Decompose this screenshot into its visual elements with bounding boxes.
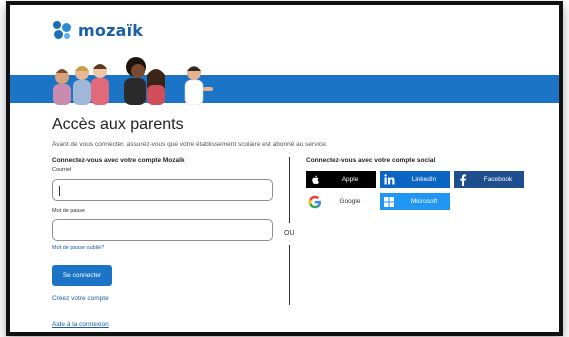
mozaik-login-heading: Connectez-vous avec votre compte Mozaïk — [52, 157, 185, 164]
text-caret — [59, 186, 60, 196]
mozaik-logo: mozaïk — [52, 19, 143, 41]
linkedin-icon — [380, 171, 398, 188]
microsoft-login-button[interactable]: Microsoft — [380, 193, 450, 210]
login-button[interactable]: Se connecter — [52, 265, 112, 286]
apple-login-button[interactable]: Apple — [306, 171, 376, 188]
facebook-login-button[interactable]: Facebook — [454, 171, 524, 188]
brand-name: mozaïk — [78, 20, 144, 40]
page-title: Accès aux parents — [52, 116, 184, 133]
apple-label: Apple — [341, 176, 359, 183]
divider-bottom — [289, 245, 290, 305]
page-intro: Avant de vous connecter, assurez-vous qu… — [52, 141, 328, 148]
microsoft-icon — [380, 193, 398, 210]
email-label: Courriel — [52, 167, 72, 173]
microsoft-label: Microsoft — [410, 198, 438, 205]
mozaik-logo-icon — [52, 20, 72, 40]
or-separator: OU — [284, 230, 295, 237]
email-field[interactable] — [52, 179, 273, 201]
facebook-icon — [454, 171, 472, 188]
facebook-label: Facebook — [483, 176, 513, 183]
linkedin-login-button[interactable]: LinkedIn — [380, 171, 450, 188]
google-label: Google — [339, 198, 361, 205]
forgot-password-link[interactable]: Mot de passe oublié? — [52, 245, 104, 251]
create-account-link[interactable]: Créez votre compte — [52, 295, 109, 302]
password-field[interactable] — [52, 219, 273, 241]
password-label: Mot de passe — [52, 208, 86, 214]
divider-top — [289, 157, 290, 223]
social-login-heading: Connectez-vous avec votre compte social — [306, 157, 436, 164]
login-help-link[interactable]: Aide à la connexion — [52, 321, 109, 328]
banner-people-image — [53, 57, 213, 105]
login-window: mozaïk Accès aux parents Avant de vous c… — [10, 5, 559, 332]
google-icon — [306, 193, 324, 210]
google-login-button[interactable]: Google — [306, 193, 376, 210]
linkedin-label: LinkedIn — [411, 176, 437, 183]
apple-icon — [306, 171, 324, 188]
